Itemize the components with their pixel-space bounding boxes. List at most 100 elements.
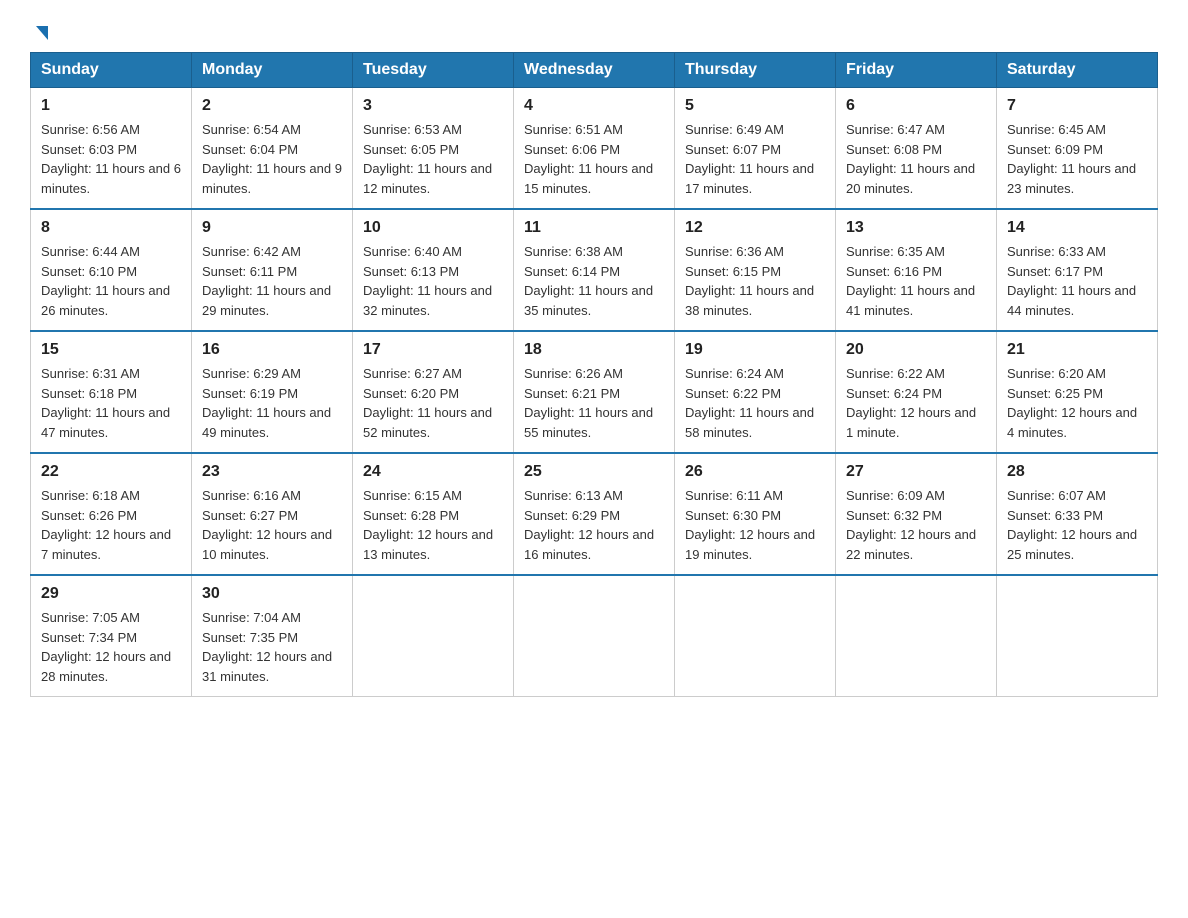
day-sunrise: Sunrise: 6:22 AM xyxy=(846,366,945,381)
day-number: 19 xyxy=(685,338,825,362)
day-number: 17 xyxy=(363,338,503,362)
day-sunset: Sunset: 6:22 PM xyxy=(685,386,781,401)
weekday-header-row: SundayMondayTuesdayWednesdayThursdayFrid… xyxy=(31,53,1158,88)
day-sunrise: Sunrise: 7:04 AM xyxy=(202,610,301,625)
day-daylight: Daylight: 12 hours and 4 minutes. xyxy=(1007,405,1137,440)
day-number: 16 xyxy=(202,338,342,362)
day-sunset: Sunset: 6:33 PM xyxy=(1007,508,1103,523)
day-sunrise: Sunrise: 6:15 AM xyxy=(363,488,462,503)
day-sunrise: Sunrise: 6:35 AM xyxy=(846,244,945,259)
day-sunrise: Sunrise: 6:36 AM xyxy=(685,244,784,259)
day-number: 27 xyxy=(846,460,986,484)
day-number: 15 xyxy=(41,338,181,362)
day-number: 18 xyxy=(524,338,664,362)
day-daylight: Daylight: 11 hours and 9 minutes. xyxy=(202,161,342,196)
calendar-cell: 7 Sunrise: 6:45 AM Sunset: 6:09 PM Dayli… xyxy=(997,88,1158,210)
day-daylight: Daylight: 11 hours and 29 minutes. xyxy=(202,283,331,318)
calendar-cell: 24 Sunrise: 6:15 AM Sunset: 6:28 PM Dayl… xyxy=(353,453,514,575)
day-sunset: Sunset: 6:05 PM xyxy=(363,142,459,157)
day-number: 3 xyxy=(363,94,503,118)
day-sunrise: Sunrise: 6:54 AM xyxy=(202,122,301,137)
day-sunrise: Sunrise: 6:26 AM xyxy=(524,366,623,381)
logo-arrow-icon xyxy=(36,26,48,40)
day-daylight: Daylight: 11 hours and 38 minutes. xyxy=(685,283,814,318)
day-number: 25 xyxy=(524,460,664,484)
day-sunrise: Sunrise: 6:16 AM xyxy=(202,488,301,503)
day-number: 21 xyxy=(1007,338,1147,362)
day-sunrise: Sunrise: 6:44 AM xyxy=(41,244,140,259)
day-sunrise: Sunrise: 6:51 AM xyxy=(524,122,623,137)
day-sunrise: Sunrise: 6:27 AM xyxy=(363,366,462,381)
day-daylight: Daylight: 12 hours and 16 minutes. xyxy=(524,527,654,562)
day-number: 4 xyxy=(524,94,664,118)
calendar-week-row: 22 Sunrise: 6:18 AM Sunset: 6:26 PM Dayl… xyxy=(31,453,1158,575)
calendar-table: SundayMondayTuesdayWednesdayThursdayFrid… xyxy=(30,52,1158,697)
calendar-cell: 12 Sunrise: 6:36 AM Sunset: 6:15 PM Dayl… xyxy=(675,209,836,331)
day-number: 11 xyxy=(524,216,664,240)
day-daylight: Daylight: 11 hours and 26 minutes. xyxy=(41,283,170,318)
day-number: 29 xyxy=(41,582,181,606)
day-daylight: Daylight: 12 hours and 7 minutes. xyxy=(41,527,171,562)
calendar-cell: 14 Sunrise: 6:33 AM Sunset: 6:17 PM Dayl… xyxy=(997,209,1158,331)
calendar-cell: 2 Sunrise: 6:54 AM Sunset: 6:04 PM Dayli… xyxy=(192,88,353,210)
day-sunset: Sunset: 6:08 PM xyxy=(846,142,942,157)
calendar-cell: 15 Sunrise: 6:31 AM Sunset: 6:18 PM Dayl… xyxy=(31,331,192,453)
day-number: 14 xyxy=(1007,216,1147,240)
weekday-header-sunday: Sunday xyxy=(31,53,192,88)
day-sunset: Sunset: 6:32 PM xyxy=(846,508,942,523)
day-daylight: Daylight: 11 hours and 32 minutes. xyxy=(363,283,492,318)
day-number: 24 xyxy=(363,460,503,484)
day-sunset: Sunset: 6:30 PM xyxy=(685,508,781,523)
day-daylight: Daylight: 12 hours and 31 minutes. xyxy=(202,649,332,684)
day-sunrise: Sunrise: 6:47 AM xyxy=(846,122,945,137)
day-number: 13 xyxy=(846,216,986,240)
day-sunrise: Sunrise: 6:29 AM xyxy=(202,366,301,381)
day-daylight: Daylight: 12 hours and 1 minute. xyxy=(846,405,976,440)
calendar-cell: 13 Sunrise: 6:35 AM Sunset: 6:16 PM Dayl… xyxy=(836,209,997,331)
weekday-header-tuesday: Tuesday xyxy=(353,53,514,88)
day-sunrise: Sunrise: 6:20 AM xyxy=(1007,366,1106,381)
day-sunset: Sunset: 6:19 PM xyxy=(202,386,298,401)
day-sunset: Sunset: 7:35 PM xyxy=(202,630,298,645)
day-daylight: Daylight: 11 hours and 47 minutes. xyxy=(41,405,170,440)
weekday-header-thursday: Thursday xyxy=(675,53,836,88)
day-number: 2 xyxy=(202,94,342,118)
calendar-cell xyxy=(514,575,675,697)
day-sunset: Sunset: 6:13 PM xyxy=(363,264,459,279)
weekday-header-friday: Friday xyxy=(836,53,997,88)
calendar-cell: 26 Sunrise: 6:11 AM Sunset: 6:30 PM Dayl… xyxy=(675,453,836,575)
calendar-cell: 4 Sunrise: 6:51 AM Sunset: 6:06 PM Dayli… xyxy=(514,88,675,210)
day-number: 30 xyxy=(202,582,342,606)
day-daylight: Daylight: 11 hours and 49 minutes. xyxy=(202,405,331,440)
day-sunrise: Sunrise: 6:45 AM xyxy=(1007,122,1106,137)
day-sunrise: Sunrise: 6:49 AM xyxy=(685,122,784,137)
day-daylight: Daylight: 12 hours and 28 minutes. xyxy=(41,649,171,684)
day-daylight: Daylight: 11 hours and 55 minutes. xyxy=(524,405,653,440)
day-sunrise: Sunrise: 6:40 AM xyxy=(363,244,462,259)
day-daylight: Daylight: 12 hours and 22 minutes. xyxy=(846,527,976,562)
day-daylight: Daylight: 11 hours and 23 minutes. xyxy=(1007,161,1136,196)
day-number: 6 xyxy=(846,94,986,118)
day-sunrise: Sunrise: 6:31 AM xyxy=(41,366,140,381)
calendar-cell: 30 Sunrise: 7:04 AM Sunset: 7:35 PM Dayl… xyxy=(192,575,353,697)
day-sunset: Sunset: 6:16 PM xyxy=(846,264,942,279)
day-number: 26 xyxy=(685,460,825,484)
calendar-cell: 5 Sunrise: 6:49 AM Sunset: 6:07 PM Dayli… xyxy=(675,88,836,210)
day-sunrise: Sunrise: 6:13 AM xyxy=(524,488,623,503)
calendar-cell: 6 Sunrise: 6:47 AM Sunset: 6:08 PM Dayli… xyxy=(836,88,997,210)
day-sunset: Sunset: 6:04 PM xyxy=(202,142,298,157)
day-sunset: Sunset: 6:06 PM xyxy=(524,142,620,157)
calendar-cell: 25 Sunrise: 6:13 AM Sunset: 6:29 PM Dayl… xyxy=(514,453,675,575)
day-number: 7 xyxy=(1007,94,1147,118)
calendar-week-row: 8 Sunrise: 6:44 AM Sunset: 6:10 PM Dayli… xyxy=(31,209,1158,331)
calendar-cell: 3 Sunrise: 6:53 AM Sunset: 6:05 PM Dayli… xyxy=(353,88,514,210)
day-sunset: Sunset: 6:03 PM xyxy=(41,142,137,157)
day-sunset: Sunset: 6:09 PM xyxy=(1007,142,1103,157)
calendar-cell xyxy=(675,575,836,697)
calendar-cell: 29 Sunrise: 7:05 AM Sunset: 7:34 PM Dayl… xyxy=(31,575,192,697)
day-sunrise: Sunrise: 6:11 AM xyxy=(685,488,783,503)
day-number: 28 xyxy=(1007,460,1147,484)
day-sunset: Sunset: 6:15 PM xyxy=(685,264,781,279)
day-sunrise: Sunrise: 6:24 AM xyxy=(685,366,784,381)
calendar-week-row: 1 Sunrise: 6:56 AM Sunset: 6:03 PM Dayli… xyxy=(31,88,1158,210)
